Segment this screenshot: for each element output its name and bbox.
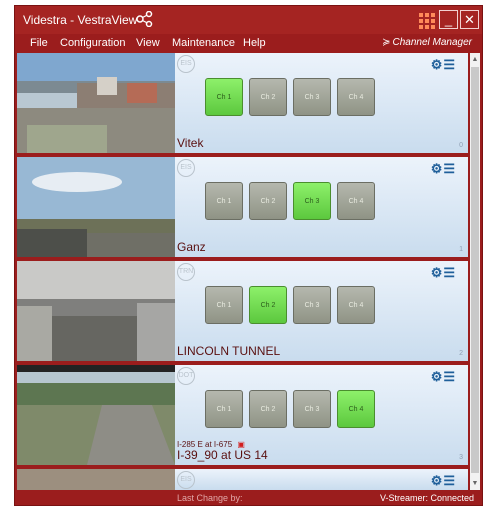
camera-thumbnail[interactable] <box>17 157 175 257</box>
channel-4-button[interactable]: Ch 4 <box>337 78 375 116</box>
camera-index: 1 <box>459 246 463 253</box>
camera-status-icon: DOT <box>177 367 195 385</box>
channel-1-button[interactable]: Ch 1 <box>205 286 243 324</box>
channel-4-button[interactable]: Ch 4 <box>337 286 375 324</box>
camera-name: Vitek <box>177 136 204 150</box>
camera-name: LINCOLN TUNNEL <box>177 344 281 358</box>
channel-3-button[interactable]: Ch 3 <box>293 390 331 428</box>
camera-panel: EIS ⚙☰ <box>175 469 468 490</box>
camera-settings-button[interactable]: ⚙☰ <box>431 161 456 177</box>
scrollbar-thumb[interactable] <box>471 67 479 473</box>
channel-3-button[interactable]: Ch 3 <box>293 182 331 220</box>
camera-index: 0 <box>459 142 463 149</box>
camera-panel: DOT ⚙☰ Ch 1 Ch 2 Ch 3 Ch 4 I-285 E at I-… <box>175 365 468 465</box>
camera-panel: EIS ⚙☰ Ch 1 Ch 2 Ch 3 Ch 4 Vitek 0 <box>175 53 468 153</box>
last-change-label: Last Change by: <box>177 493 243 503</box>
minimize-button[interactable]: _ <box>439 10 458 29</box>
camera-panel: EIS ⚙☰ Ch 1 Ch 2 Ch 3 Ch 4 Ganz 1 <box>175 157 468 257</box>
channel-2-button[interactable]: Ch 2 <box>249 390 287 428</box>
camera-status-icon: EIS <box>177 159 195 177</box>
camera-row[interactable]: EIS ⚙☰ Ch 1 Ch 2 Ch 3 Ch 4 Ganz 1 <box>17 157 468 257</box>
channel-1-button[interactable]: Ch 1 <box>205 78 243 116</box>
camera-settings-button[interactable]: ⚙☰ <box>431 57 456 73</box>
camera-thumbnail[interactable] <box>17 261 175 361</box>
app-grid-icon[interactable] <box>419 13 435 29</box>
camera-status-icon: EIS <box>177 55 195 73</box>
close-button[interactable]: ✕ <box>460 10 479 29</box>
vertical-scrollbar[interactable]: ▲ ▼ <box>470 53 480 490</box>
title-bar[interactable]: Videstra - VestraView _ ✕ <box>15 6 482 34</box>
camera-list[interactable]: EIS ⚙☰ Ch 1 Ch 2 Ch 3 Ch 4 Vitek 0 EIS ⚙… <box>17 53 468 490</box>
camera-status-icon: EIS <box>177 471 195 489</box>
camera-settings-button[interactable]: ⚙☰ <box>431 473 456 489</box>
camera-thumbnail[interactable] <box>17 53 175 153</box>
camera-row[interactable]: EIS ⚙☰ Ch 1 Ch 2 Ch 3 Ch 4 Vitek 0 <box>17 53 468 153</box>
menu-configuration[interactable]: Configuration <box>60 37 125 49</box>
camera-thumbnail[interactable] <box>17 365 175 465</box>
app-window: Videstra - VestraView _ ✕ File Configura… <box>14 5 483 506</box>
camera-name: Ganz <box>177 240 206 254</box>
scroll-up-icon[interactable]: ▲ <box>470 55 480 65</box>
scroll-down-icon[interactable]: ▼ <box>470 479 480 489</box>
camera-thumbnail[interactable] <box>17 469 175 490</box>
camera-settings-button[interactable]: ⚙☰ <box>431 369 456 385</box>
channel-2-button[interactable]: Ch 2 <box>249 182 287 220</box>
camera-index: 3 <box>459 454 463 461</box>
channel-2-button[interactable]: Ch 2 <box>249 78 287 116</box>
menu-file[interactable]: File <box>30 37 48 49</box>
menu-bar: File Configuration View Maintenance Help… <box>15 34 482 52</box>
camera-row[interactable]: EIS ⚙☰ <box>17 469 468 490</box>
channel-1-button[interactable]: Ch 1 <box>205 390 243 428</box>
channel-manager-button[interactable]: ≽ Channel Manager <box>382 37 472 48</box>
channel-3-button[interactable]: Ch 3 <box>293 78 331 116</box>
channel-3-button[interactable]: Ch 3 <box>293 286 331 324</box>
channel-4-button[interactable]: Ch 4 <box>337 390 375 428</box>
menu-help[interactable]: Help <box>243 37 266 49</box>
chevron-double-down-icon: ≽ <box>382 37 391 48</box>
camera-row[interactable]: DOT ⚙☰ Ch 1 Ch 2 Ch 3 Ch 4 I-285 E at I-… <box>17 365 468 465</box>
camera-row[interactable]: TRN ⚙☰ Ch 1 Ch 2 Ch 3 Ch 4 LINCOLN TUNNE… <box>17 261 468 361</box>
streamer-status: V-Streamer: Connected <box>379 493 474 503</box>
channel-4-button[interactable]: Ch 4 <box>337 182 375 220</box>
channel-1-button[interactable]: Ch 1 <box>205 182 243 220</box>
status-bar: Last Change by: V-Streamer: Connected <box>15 491 482 505</box>
window-title: Videstra - VestraView <box>23 13 138 27</box>
share-icon[interactable] <box>136 11 154 27</box>
channel-manager-label: Channel Manager <box>392 37 473 48</box>
channel-2-button[interactable]: Ch 2 <box>249 286 287 324</box>
camera-panel: TRN ⚙☰ Ch 1 Ch 2 Ch 3 Ch 4 LINCOLN TUNNE… <box>175 261 468 361</box>
camera-settings-button[interactable]: ⚙☰ <box>431 265 456 281</box>
camera-name: I-39_90 at US 14 <box>177 448 268 462</box>
camera-index: 2 <box>459 350 463 357</box>
menu-view[interactable]: View <box>136 37 160 49</box>
camera-status-icon: TRN <box>177 263 195 281</box>
menu-maintenance[interactable]: Maintenance <box>172 37 235 49</box>
